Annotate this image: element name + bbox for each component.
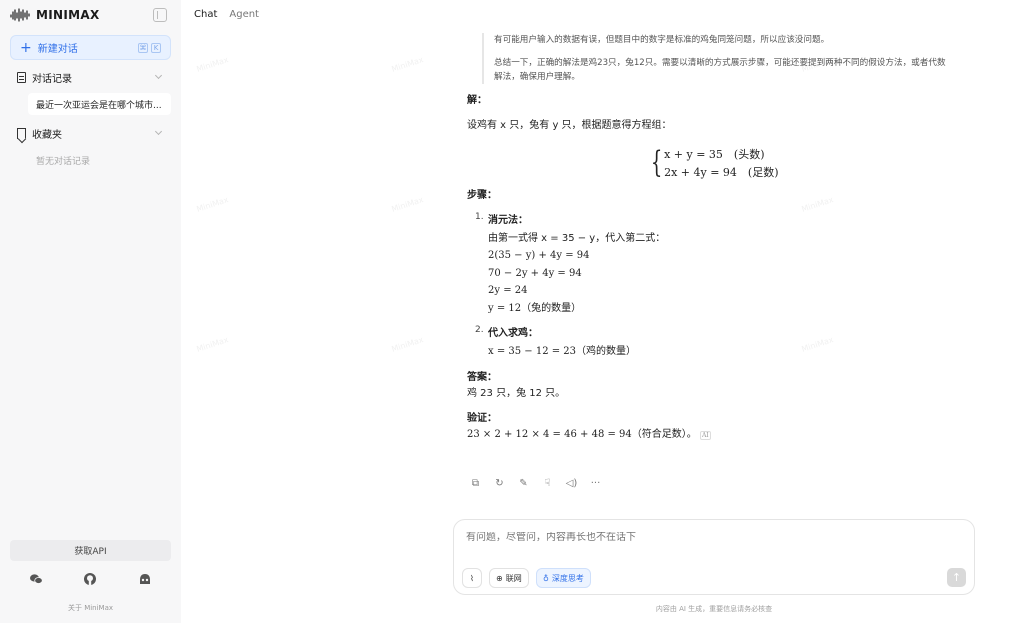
reasoning-paragraph: 有可能用户输入的数据有误，但题目中的数字是标准的鸡兔同笼问题，所以应该没问题。: [494, 35, 830, 45]
attach-button[interactable]: ⌇: [462, 568, 482, 588]
watermark: MiniMax: [195, 335, 230, 354]
step-line: 70 − 2y + 4y = 94: [488, 267, 582, 279]
equation-lines: x + y = 35 (头数) 2x + 4y = 94 (足数): [664, 146, 778, 182]
community-icon[interactable]: [138, 572, 152, 586]
history-item[interactable]: 最近一次亚运会是在哪个城市...: [28, 93, 171, 115]
web-label: 联网: [505, 573, 522, 583]
chat-input-box: ⌇ ⊕ 联网 ♁ 深度思考 ↑: [453, 519, 975, 595]
step-line: 2(35 − y) + 4y = 94: [488, 250, 590, 261]
tab-chat[interactable]: Chat: [194, 9, 217, 20]
history-label: 对话记录: [32, 73, 72, 85]
logo[interactable]: MINIMAX: [10, 8, 100, 22]
step-item: 1. 消元法： 由第一式得 x = 35 − y，代入第二式： 2(35 − y…: [475, 212, 947, 317]
tab-agent[interactable]: Agent: [229, 9, 259, 20]
answer-heading: 答案：: [467, 372, 497, 383]
github-icon[interactable]: [83, 572, 97, 586]
watermark: MiniMax: [390, 335, 425, 354]
shortcut-key-icon: ⌘: [138, 43, 148, 53]
step-line: x = 35 − 12 = 23（鸡的数量）: [488, 345, 637, 357]
about-link[interactable]: 关于 MiniMax: [0, 603, 181, 613]
more-icon[interactable]: ···: [589, 477, 602, 490]
watermark: MiniMax: [390, 55, 425, 74]
step-title: 消元法：: [488, 215, 528, 226]
equation-system: { x + y = 35 (头数) 2x + 4y = 94 (足数): [647, 146, 947, 182]
app-root: MINIMAX + 新建对话 ⌘ K 对话记录 最近一次亚运会是在哪个城市...…: [0, 0, 1030, 623]
brace-symbol: {: [650, 145, 663, 180]
arrow-up-icon: ↑: [951, 571, 962, 584]
get-api-button[interactable]: 获取API: [10, 540, 171, 561]
step-line: 2y = 24: [488, 285, 528, 296]
chat-input[interactable]: [466, 532, 936, 543]
send-button[interactable]: ↑: [947, 568, 966, 587]
reasoning-block: 有可能用户输入的数据有误，但题目中的数字是标准的鸡兔同笼问题，所以应该没问题。 …: [482, 33, 947, 84]
favorites-section-header[interactable]: 收藏夹: [10, 122, 171, 144]
globe-icon: ⊕: [496, 573, 503, 583]
new-chat-label: 新建对话: [37, 44, 78, 55]
watermark: MiniMax: [390, 195, 425, 214]
wechat-icon[interactable]: [29, 572, 43, 586]
bulb-icon: ♁: [543, 573, 549, 583]
sidebar: MINIMAX + 新建对话 ⌘ K 对话记录 最近一次亚运会是在哪个城市...…: [0, 0, 181, 623]
thumbs-down-icon[interactable]: ☟: [541, 477, 554, 490]
plus-icon: +: [20, 39, 32, 56]
copy-icon[interactable]: ⧉: [469, 477, 482, 490]
speaker-icon[interactable]: ◁): [565, 477, 578, 490]
equation-line: x + y = 35 (头数): [664, 148, 765, 161]
verify-heading: 验证：: [467, 413, 497, 424]
chevron-down-icon: [154, 71, 163, 80]
verify-line: 23 × 2 + 12 × 4 = 46 + 48 = 94（符合足数）。 AI: [467, 427, 947, 444]
ai-disclaimer: 内容由 AI 生成，重要信息请务必核查: [655, 605, 773, 613]
steps-heading: 步骤：: [467, 190, 497, 201]
reasoning-paragraph: 总结一下，正确的解法是鸡23只，兔12只。需要以清晰的方式展示步骤，可能还要提到…: [494, 58, 946, 82]
web-search-toggle[interactable]: ⊕ 联网: [489, 568, 529, 588]
step-line: y = 12（兔的数量）: [488, 302, 582, 314]
document-icon: [17, 71, 26, 83]
chevron-down-icon: [154, 127, 163, 136]
step-number: 2.: [475, 325, 484, 335]
step-item: 2. 代入求鸡： x = 35 − 12 = 23（鸡的数量）: [475, 325, 947, 360]
ai-badge: AI: [699, 431, 711, 440]
edit-icon[interactable]: ✎: [517, 477, 530, 490]
chat-message: 有可能用户输入的数据有误，但题目中的数字是标准的鸡兔同笼问题，所以应该没问题。 …: [467, 33, 947, 444]
paperclip-icon: ⌇: [470, 573, 474, 583]
equation-line: 2x + 4y = 94 (足数): [664, 166, 779, 179]
answer-text: 鸡 23 只，兔 12 只。: [467, 388, 566, 399]
collapse-sidebar-icon[interactable]: [153, 8, 167, 22]
watermark: MiniMax: [195, 195, 230, 214]
message-actions: ⧉ ↻ ✎ ☟ ◁) ···: [469, 477, 602, 490]
step-line: 由第一式得 x = 35 − y，代入第二式：: [488, 232, 666, 244]
main-panel: Chat Agent MiniMax MiniMax MiniMax MiniM…: [181, 0, 1030, 623]
verify-text: 23 × 2 + 12 × 4 = 46 + 48 = 94（符合足数）。: [467, 429, 697, 440]
step-title: 代入求鸡：: [488, 328, 538, 339]
deep-label: 深度思考: [551, 573, 584, 583]
steps-list: 1. 消元法： 由第一式得 x = 35 − y，代入第二式： 2(35 − y…: [467, 212, 947, 360]
regenerate-icon[interactable]: ↻: [493, 477, 506, 490]
mode-tabs: Chat Agent: [194, 9, 259, 20]
wave-logo-icon: [10, 8, 30, 22]
setup-text: 设鸡有 x 只，兔有 y 只，根据题意得方程组：: [467, 120, 672, 131]
bookmark-icon: [17, 127, 26, 139]
shortcut-key-icon: K: [151, 43, 161, 53]
solution-heading: 解：: [467, 95, 487, 106]
history-section-header[interactable]: 对话记录: [10, 66, 171, 88]
deep-think-toggle[interactable]: ♁ 深度思考: [536, 568, 591, 588]
step-number: 1.: [475, 212, 484, 222]
watermark: MiniMax: [195, 55, 230, 74]
new-chat-button[interactable]: + 新建对话 ⌘ K: [10, 35, 171, 60]
brand-name: MINIMAX: [36, 8, 100, 22]
favorites-empty-text: 暂无对话记录: [36, 157, 91, 167]
favorites-label: 收藏夹: [32, 129, 62, 141]
